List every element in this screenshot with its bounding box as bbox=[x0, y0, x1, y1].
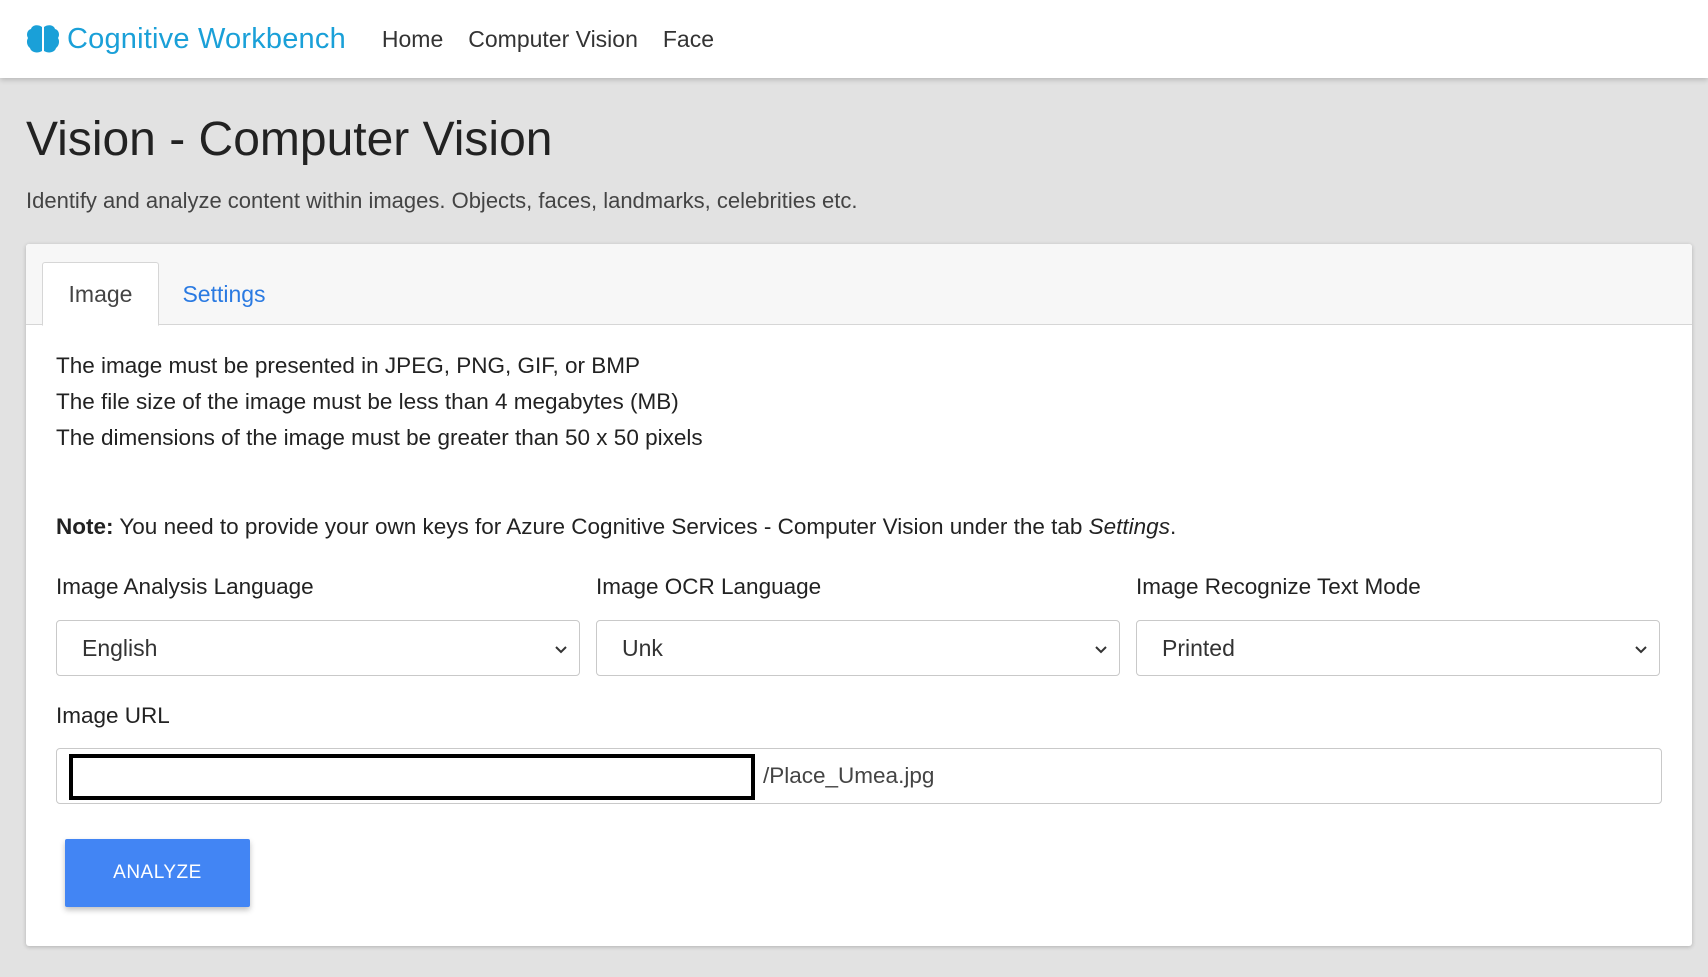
analysis-language-value: English bbox=[82, 634, 158, 661]
text-mode-label: Image Recognize Text Mode bbox=[1136, 574, 1421, 599]
main-card: Image Settings The image must be present… bbox=[26, 244, 1692, 946]
navbar: Cognitive Workbench Home Computer Vision… bbox=[0, 0, 1708, 78]
text-mode-select[interactable]: Printed bbox=[1136, 620, 1660, 676]
analysis-language-select[interactable]: English bbox=[56, 620, 580, 676]
note-text: You need to provide your own keys for Az… bbox=[113, 514, 1089, 539]
nav-computer-vision-link[interactable]: Computer Vision bbox=[468, 26, 638, 53]
nav-face-link[interactable]: Face bbox=[663, 26, 714, 53]
ocr-language-value: Unk bbox=[622, 634, 663, 661]
page-subtitle: Identify and analyze content within imag… bbox=[26, 188, 858, 213]
ocr-language-select[interactable]: Unk bbox=[596, 620, 1120, 676]
requirement-dimensions: The dimensions of the image must be grea… bbox=[56, 425, 703, 450]
chevron-down-icon bbox=[1635, 646, 1647, 654]
page-title: Vision - Computer Vision bbox=[26, 113, 553, 166]
brain-icon bbox=[26, 25, 60, 53]
analysis-language-label: Image Analysis Language bbox=[56, 574, 314, 599]
redaction-box bbox=[69, 754, 755, 800]
tab-settings[interactable]: Settings bbox=[159, 262, 289, 326]
ocr-language-label: Image OCR Language bbox=[596, 574, 822, 599]
image-url-label: Image URL bbox=[56, 703, 170, 728]
requirement-size: The file size of the image must be less … bbox=[56, 389, 679, 414]
requirement-format: The image must be presented in JPEG, PNG… bbox=[56, 353, 640, 378]
note-label: Note: bbox=[56, 514, 114, 539]
note-settings-ref: Settings bbox=[1088, 514, 1170, 539]
note-end: . bbox=[1169, 514, 1177, 539]
image-url-value: /Place_Umea.jpg bbox=[763, 763, 935, 788]
brand-name: Cognitive Workbench bbox=[67, 22, 346, 55]
text-mode-value: Printed bbox=[1162, 634, 1235, 661]
analyze-button[interactable]: ANALYZE bbox=[65, 839, 250, 907]
chevron-down-icon bbox=[555, 646, 567, 654]
brand-link[interactable]: Cognitive Workbench bbox=[26, 23, 346, 56]
tab-bar: Image Settings bbox=[26, 244, 1692, 326]
tab-image[interactable]: Image bbox=[42, 262, 159, 326]
nav-links: Home Computer Vision Face bbox=[382, 26, 739, 53]
image-url-input[interactable]: /Place_Umea.jpg bbox=[56, 748, 1662, 804]
nav-home-link[interactable]: Home bbox=[382, 26, 443, 53]
chevron-down-icon bbox=[1095, 646, 1107, 654]
settings-note: Note: You need to provide your own keys … bbox=[56, 514, 1176, 540]
